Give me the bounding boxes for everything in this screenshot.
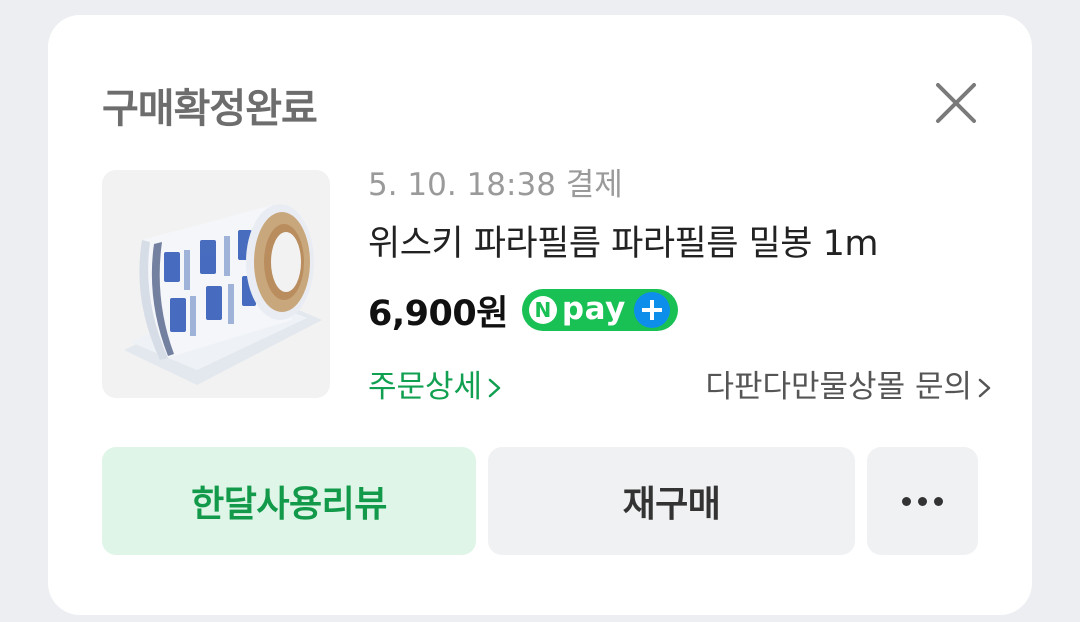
- seller-inquiry-label: 다판다만물상몰 문의: [705, 369, 972, 405]
- chevron-right-icon: [488, 378, 501, 397]
- npay-n-logo: N: [528, 296, 557, 324]
- monthly-review-button[interactable]: 한달사용리뷰: [102, 447, 476, 555]
- order-detail-link[interactable]: 주문상세: [368, 369, 504, 406]
- card-title: 구매확정완료: [102, 86, 318, 132]
- price-row: 6,900원 N pay: [368, 285, 678, 335]
- close-button[interactable]: [928, 75, 984, 131]
- purchase-confirmed-card: 구매확정완료 5. 10. 18:38 결제 위스키 파라필름 파라필름 밀봉 …: [48, 15, 1032, 615]
- parafilm-roll-image: [124, 204, 322, 385]
- npay-label: pay: [561, 291, 626, 327]
- chevron-right-icon: [978, 378, 991, 397]
- rebuy-button[interactable]: 재구매: [488, 447, 855, 555]
- close-icon: [936, 83, 976, 123]
- more-options-button[interactable]: [867, 447, 978, 555]
- product-thumbnail[interactable]: [102, 170, 330, 398]
- more-dots-icon: [902, 496, 943, 506]
- plus-icon: [633, 292, 670, 328]
- price: 6,900원: [368, 293, 508, 334]
- order-detail-label: 주문상세: [368, 369, 483, 405]
- seller-inquiry-link[interactable]: 다판다만물상몰 문의: [705, 369, 994, 406]
- order-date: 5. 10. 18:38 결제: [368, 167, 623, 203]
- product-name[interactable]: 위스키 파라필름 파라필름 밀봉 1m: [368, 223, 878, 265]
- npay-badge: N pay: [521, 289, 678, 331]
